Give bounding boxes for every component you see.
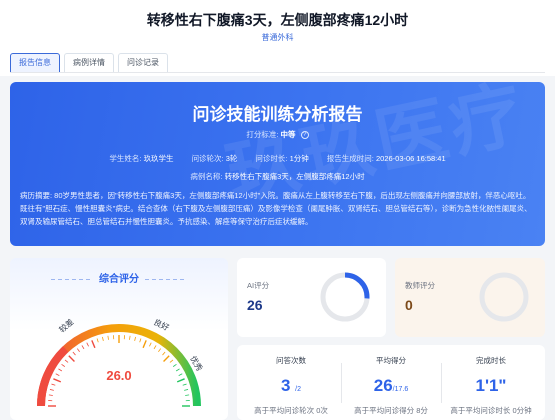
ai-score-card: AI评分 26: [237, 258, 386, 337]
gauge-tick: [107, 335, 109, 340]
gauge-tick: [61, 363, 66, 367]
overall-score-value: 26.0: [106, 368, 132, 383]
gauge-tick: [134, 336, 136, 341]
overall-score-title: 综合评分: [10, 270, 228, 285]
student-name: 学生姓名: 玖玖学生: [109, 154, 174, 163]
stats-card: 问答次数 3 /2 高于平均问诊轮次 0次 平均得分 26/17.6 高于平均问…: [237, 345, 545, 420]
tab-consultation-record[interactable]: 问诊记录: [118, 53, 168, 73]
gauge-tick: [64, 359, 69, 363]
gauge-tick: [96, 338, 99, 343]
report-time: 报告生成时间: 2026-03-06 16:58:41: [326, 154, 446, 163]
score-gauge: 较差 良好 优秀: [37, 317, 205, 407]
gauge-tick: [81, 345, 85, 350]
stat-questions: 问答次数 3 /2 高于平均问诊轮次 0次: [254, 356, 328, 415]
help-icon[interactable]: ?: [300, 131, 309, 140]
gauge-tick: [185, 394, 190, 396]
gauge-tick: [91, 340, 96, 349]
stat-completion-time: 完成时长 1'1" 高于平均问诊时长 0分钟: [450, 356, 532, 415]
tab-divider: [10, 72, 545, 73]
gauge-tick: [76, 348, 80, 353]
gauge-tick: [49, 389, 54, 391]
ai-score-value: 26: [247, 297, 263, 313]
gauge-tick: [169, 359, 174, 363]
gauge-tick: [172, 363, 177, 367]
gauge-tick: [48, 394, 53, 396]
report-title: 问诊技能训练分析报告: [192, 105, 363, 124]
teacher-score-ring: [479, 272, 529, 322]
header-bar: 转移性右下腹痛3天，左侧腹部疼痛12小时 普通外科 报告信息 病例详情 问诊记录: [0, 0, 555, 76]
gauge-tick: [158, 348, 162, 353]
stat-average-score: 平均得分 26/17.6 高于平均问诊得分 8分: [354, 356, 428, 415]
department-label: 普通外科: [261, 33, 294, 42]
teacher-score-card: 教师评分 0: [395, 258, 545, 337]
consult-rounds: 问诊轮次: 3轮: [191, 154, 238, 163]
page-title: 转移性右下腹痛3天，左侧腹部疼痛12小时: [146, 12, 409, 28]
gauge-tick: [68, 355, 75, 362]
gauge-tick: [102, 336, 104, 341]
gauge-tick: [163, 355, 170, 362]
gauge-tick: [129, 335, 131, 340]
scoring-standard-value: 中等: [280, 130, 296, 139]
report-meta: 学生姓名: 玖玖学生 问诊轮次: 3轮 问诊时长: 1分钟 报告生成时间: 20…: [10, 153, 545, 164]
teacher-score-label: 教师评分: [405, 281, 435, 290]
gauge-tick: [149, 342, 152, 347]
gauge-tick: [153, 345, 157, 350]
gauge-tick: [184, 389, 189, 391]
ai-score-ring: [320, 272, 370, 322]
gauge-tick: [51, 383, 56, 386]
overall-score-card: 综合评分 较差 良好 优秀 26.0: [10, 258, 228, 420]
gauge-tick: [142, 340, 147, 349]
tab-bar: 报告信息 病例详情 问诊记录: [10, 53, 168, 73]
scoring-standard-label: 打分标准:: [246, 130, 279, 139]
gauge-tick: [139, 338, 142, 343]
case-name: 病例名称: 转移性右下腹痛3天，左侧腹部疼痛12小时: [190, 172, 365, 181]
gauge-tick: [86, 342, 89, 347]
ai-score-label: AI评分: [247, 281, 270, 290]
tab-case-details[interactable]: 病例详情: [64, 53, 114, 73]
teacher-score-value: 0: [405, 297, 413, 313]
scoring-standard: 打分标准: 中等 ?: [10, 129, 545, 140]
consult-duration: 问诊时长: 1分钟: [255, 154, 309, 163]
gauge-tick: [72, 351, 76, 356]
tab-report-info[interactable]: 报告信息: [10, 53, 60, 73]
report-banner: 玖玖医疗 问诊技能训练分析报告 打分标准: 中等 ? 学生姓名: 玖玖学生 问诊…: [10, 82, 545, 246]
gauge-label-poor: 较差: [57, 317, 76, 335]
gauge-label-good: 良好: [152, 317, 171, 333]
gauge-tick: [182, 383, 187, 386]
case-summary: 病历摘要: 80岁男性患者，因"转移性右下腹痛3天，左侧腹部疼痛12小时"入院。…: [20, 191, 532, 226]
gauge-tick: [162, 351, 166, 356]
